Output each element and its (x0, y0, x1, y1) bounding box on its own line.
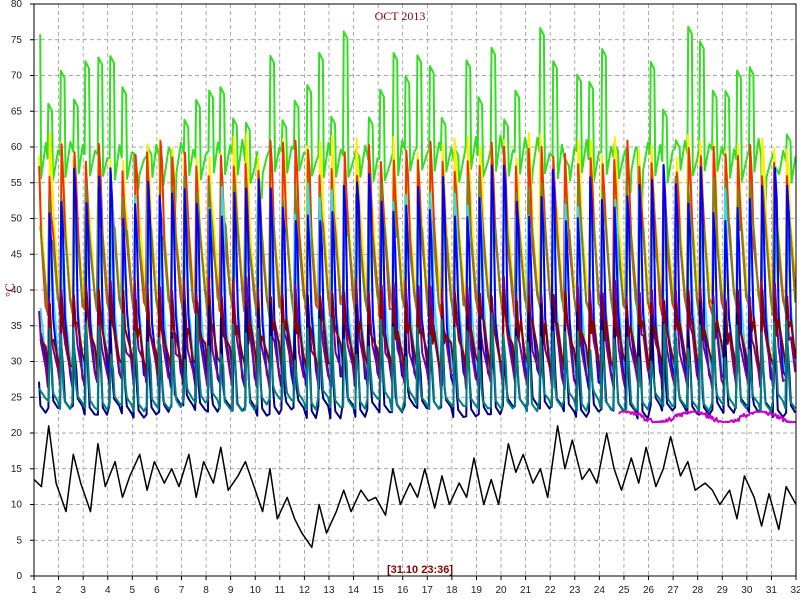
x-tick-label: 19 (471, 585, 483, 596)
x-tick-label: 3 (80, 585, 86, 596)
status-timestamp: [31.10 23:36] (387, 564, 453, 576)
x-tick-label: 11 (275, 585, 286, 596)
x-tick-label: 14 (348, 585, 360, 596)
y-tick-label: 35 (11, 321, 23, 332)
x-tick-label: 30 (741, 585, 753, 596)
x-tick-label: 17 (422, 585, 434, 596)
y-tick-label: 25 (11, 392, 23, 403)
x-tick-label: 12 (299, 585, 311, 596)
x-tick-label: 27 (668, 585, 680, 596)
x-tick-label: 1 (31, 585, 37, 596)
x-tick-label: 23 (569, 585, 581, 596)
y-tick-label: 80 (11, 0, 23, 10)
x-tick-label: 2 (56, 585, 62, 596)
x-tick-label: 25 (618, 585, 630, 596)
x-tick-label: 21 (520, 585, 532, 596)
y-tick-label: 65 (11, 106, 23, 117)
y-tick-label: 50 (11, 214, 23, 225)
x-tick-label: 29 (717, 585, 729, 596)
y-tick-label: 45 (11, 249, 23, 260)
y-tick-label: 0 (16, 571, 22, 582)
x-tick-label: 16 (397, 585, 409, 596)
x-tick-label: 24 (594, 585, 606, 596)
y-tick-label: 5 (16, 535, 22, 546)
x-tick-label: 9 (228, 585, 234, 596)
x-tick-label: 6 (154, 585, 160, 596)
y-tick-label: 30 (11, 357, 23, 368)
y-tick-label: 55 (11, 178, 23, 189)
x-tick-label: 32 (790, 585, 800, 596)
x-tick-label: 22 (545, 585, 557, 596)
temperature-chart: 05101520253035404550556065707580 1234567… (0, 0, 800, 600)
x-tick-label: 26 (643, 585, 655, 596)
y-tick-label: 15 (11, 464, 23, 475)
x-tick-label: 31 (766, 585, 778, 596)
y-axis-label: °C (2, 283, 17, 297)
x-tick-label: 18 (446, 585, 458, 596)
x-tick-label: 13 (323, 585, 335, 596)
x-tick-label: 4 (105, 585, 111, 596)
y-tick-label: 75 (11, 35, 23, 46)
y-tick-label: 70 (11, 71, 23, 82)
y-tick-label: 60 (11, 142, 23, 153)
y-tick-label: 10 (11, 500, 23, 511)
y-tick-label: 20 (11, 428, 23, 439)
chart-title: OCT 2013 (375, 9, 426, 23)
x-tick-label: 8 (203, 585, 209, 596)
x-tick-label: 10 (250, 585, 262, 596)
x-tick-label: 5 (130, 585, 136, 596)
x-tick-label: 15 (373, 585, 385, 596)
x-tick-label: 28 (692, 585, 704, 596)
x-tick-label: 7 (179, 585, 185, 596)
x-tick-label: 20 (495, 585, 507, 596)
